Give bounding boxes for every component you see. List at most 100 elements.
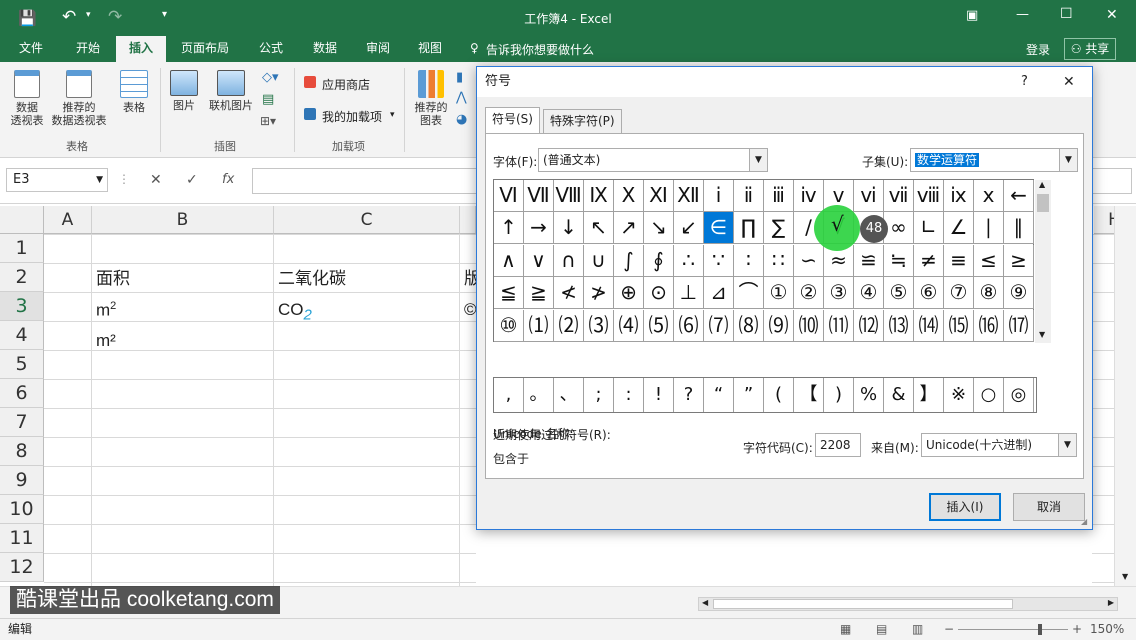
close-button[interactable]: ✕ (1106, 7, 1118, 23)
row-header-4[interactable]: 4 (0, 321, 44, 350)
zoom-level[interactable]: 150% (1090, 619, 1124, 639)
symbol-cell[interactable]: ⌒ (734, 277, 764, 310)
symbol-cell[interactable]: ⊙ (644, 277, 674, 310)
symbol-cell[interactable]: ① (764, 277, 794, 310)
symbol-cell[interactable]: ⅹ (974, 180, 1004, 212)
cell-b3[interactable]: m2 (96, 300, 116, 321)
zoom-out-icon[interactable]: − (944, 619, 954, 639)
subset-dropdown-icon[interactable]: ▼ (1059, 149, 1077, 171)
symbol-cell[interactable]: Ⅹ (614, 180, 644, 212)
symbol-cell[interactable]: ∮ (644, 244, 674, 277)
recent-symbol[interactable]: : (614, 378, 644, 412)
symbol-cell[interactable]: ⅳ (794, 180, 824, 212)
symbol-cell[interactable]: ⊥ (674, 277, 704, 310)
symbol-cell[interactable]: ⑵ (554, 309, 584, 342)
insert-button[interactable]: 插入(I) (929, 493, 1001, 521)
symbol-cell[interactable]: ⒁ (914, 309, 944, 342)
symbol-cell[interactable]: Ⅸ (584, 180, 614, 212)
cancel-entry-icon[interactable]: ✕ (150, 172, 162, 188)
tab-view[interactable]: 视图 (408, 36, 452, 62)
share-button[interactable]: ⚇ 共享 (1064, 38, 1116, 60)
symbol-cell[interactable]: ⒂ (944, 309, 974, 342)
scroll-left-icon[interactable]: ◀ (702, 598, 708, 607)
sign-in-link[interactable]: 登录 (1026, 41, 1050, 58)
row-header-6[interactable]: 6 (0, 379, 44, 408)
symbol-cell[interactable]: ≧ (524, 277, 554, 310)
symbol-cell[interactable]: ∪ (584, 244, 614, 277)
tab-formulas[interactable]: 公式 (248, 36, 294, 62)
symbol-cell[interactable]: ∩ (554, 244, 584, 277)
row-header-11[interactable]: 11 (0, 524, 44, 553)
cancel-button[interactable]: 取消 (1013, 493, 1085, 521)
enter-icon[interactable]: ✓ (186, 172, 198, 188)
recent-symbol[interactable]: ) (824, 378, 854, 412)
recent-symbol[interactable]: ※ (944, 378, 974, 412)
symbol-cell[interactable]: Ⅶ (524, 180, 554, 212)
tell-me-box[interactable]: 告诉我你想要做什么 (486, 41, 594, 58)
tab-home[interactable]: 开始 (64, 36, 112, 62)
recent-symbol[interactable]: ○ (974, 378, 1004, 412)
recent-symbol[interactable]: ? (674, 378, 704, 412)
insert-function-icon[interactable]: fx (222, 172, 234, 187)
recent-symbol[interactable]: “ (704, 378, 734, 412)
column-header-b[interactable]: B (92, 206, 274, 234)
tab-page-layout[interactable]: 页面布局 (172, 36, 238, 62)
recent-symbol[interactable]: 】 (914, 378, 944, 412)
symbol-cell[interactable]: ≌ (854, 244, 884, 277)
row-header-3[interactable]: 3 (0, 292, 44, 321)
scroll-down-icon[interactable]: ▼ (1039, 330, 1045, 339)
row-header-5[interactable]: 5 (0, 350, 44, 379)
column-chart-icon[interactable]: ▮ (456, 70, 463, 85)
symbol-cell[interactable]: ⑤ (884, 277, 914, 310)
symbol-cell[interactable]: ⑽ (794, 309, 824, 342)
symbol-cell[interactable]: ≒ (884, 244, 914, 277)
recent-symbol[interactable]: ◎ (1004, 378, 1034, 412)
symbol-cell[interactable]: ∞ (884, 212, 914, 245)
screenshot-icon[interactable]: ⊞▾ (260, 114, 276, 128)
symbol-cell[interactable]: ∠ (944, 212, 974, 245)
symbol-cell[interactable]: ⑸ (644, 309, 674, 342)
symbol-cell[interactable]: ⑥ (914, 277, 944, 310)
recent-symbol[interactable]: 【 (794, 378, 824, 412)
horizontal-scrollbar[interactable]: ◀ ▶ (698, 597, 1118, 611)
symbol-cell[interactable]: ↓ (554, 212, 584, 245)
symbol-cell[interactable]: ≥ (1004, 244, 1034, 277)
symbol-cell[interactable]: ∽ (794, 244, 824, 277)
resize-grip-icon[interactable]: ◢ (1081, 517, 1087, 526)
symbol-cell[interactable]: ⅲ (764, 180, 794, 212)
recent-symbol[interactable]: ” (734, 378, 764, 412)
minimize-button[interactable]: — (1016, 7, 1029, 22)
horizontal-scroll-thumb[interactable] (713, 599, 1013, 609)
vertical-scrollbar[interactable]: ▼ (1114, 206, 1136, 586)
zoom-slider[interactable] (958, 629, 1068, 630)
column-header-a[interactable]: A (44, 206, 92, 234)
symbol-grid-scrollbar[interactable]: ▲ ▼ (1035, 180, 1051, 343)
row-header-2[interactable]: 2 (0, 263, 44, 292)
row-header-1[interactable]: 1 (0, 234, 44, 263)
scroll-down-icon[interactable]: ▼ (1122, 572, 1128, 581)
symbol-cell[interactable]: ⅸ (944, 180, 974, 212)
symbol-cell[interactable]: ③ (824, 277, 854, 310)
symbol-cell[interactable]: Ⅵ (494, 180, 524, 212)
symbol-cell[interactable]: ∶ (734, 244, 764, 277)
symbol-cell[interactable]: ≤ (974, 244, 1004, 277)
symbol-cell[interactable]: ⅵ (854, 180, 884, 212)
symbol-cell[interactable]: ⊕ (614, 277, 644, 310)
online-picture-button[interactable]: 联机图片 (204, 70, 258, 112)
symbol-cell[interactable]: → (524, 212, 554, 245)
scroll-up-icon[interactable]: ▲ (1039, 180, 1045, 189)
help-button[interactable]: ? (1021, 67, 1028, 97)
symbol-cell[interactable]: ∷ (764, 244, 794, 277)
symbol-cell[interactable]: ⅰ (704, 180, 734, 212)
recent-symbol[interactable]: % (854, 378, 884, 412)
row-header-9[interactable]: 9 (0, 466, 44, 495)
scroll-right-icon[interactable]: ▶ (1108, 598, 1114, 607)
recent-symbol[interactable]: ( (764, 378, 794, 412)
symbol-cell[interactable]: ⅱ (734, 180, 764, 212)
symbol-cell[interactable]: ∣ (974, 212, 1004, 245)
symbol-cell[interactable]: ≯ (584, 277, 614, 310)
name-box[interactable]: E3 ▼ (6, 168, 108, 192)
row-header-8[interactable]: 8 (0, 437, 44, 466)
row-header-7[interactable]: 7 (0, 408, 44, 437)
recent-symbol[interactable]: 。 (524, 378, 554, 412)
